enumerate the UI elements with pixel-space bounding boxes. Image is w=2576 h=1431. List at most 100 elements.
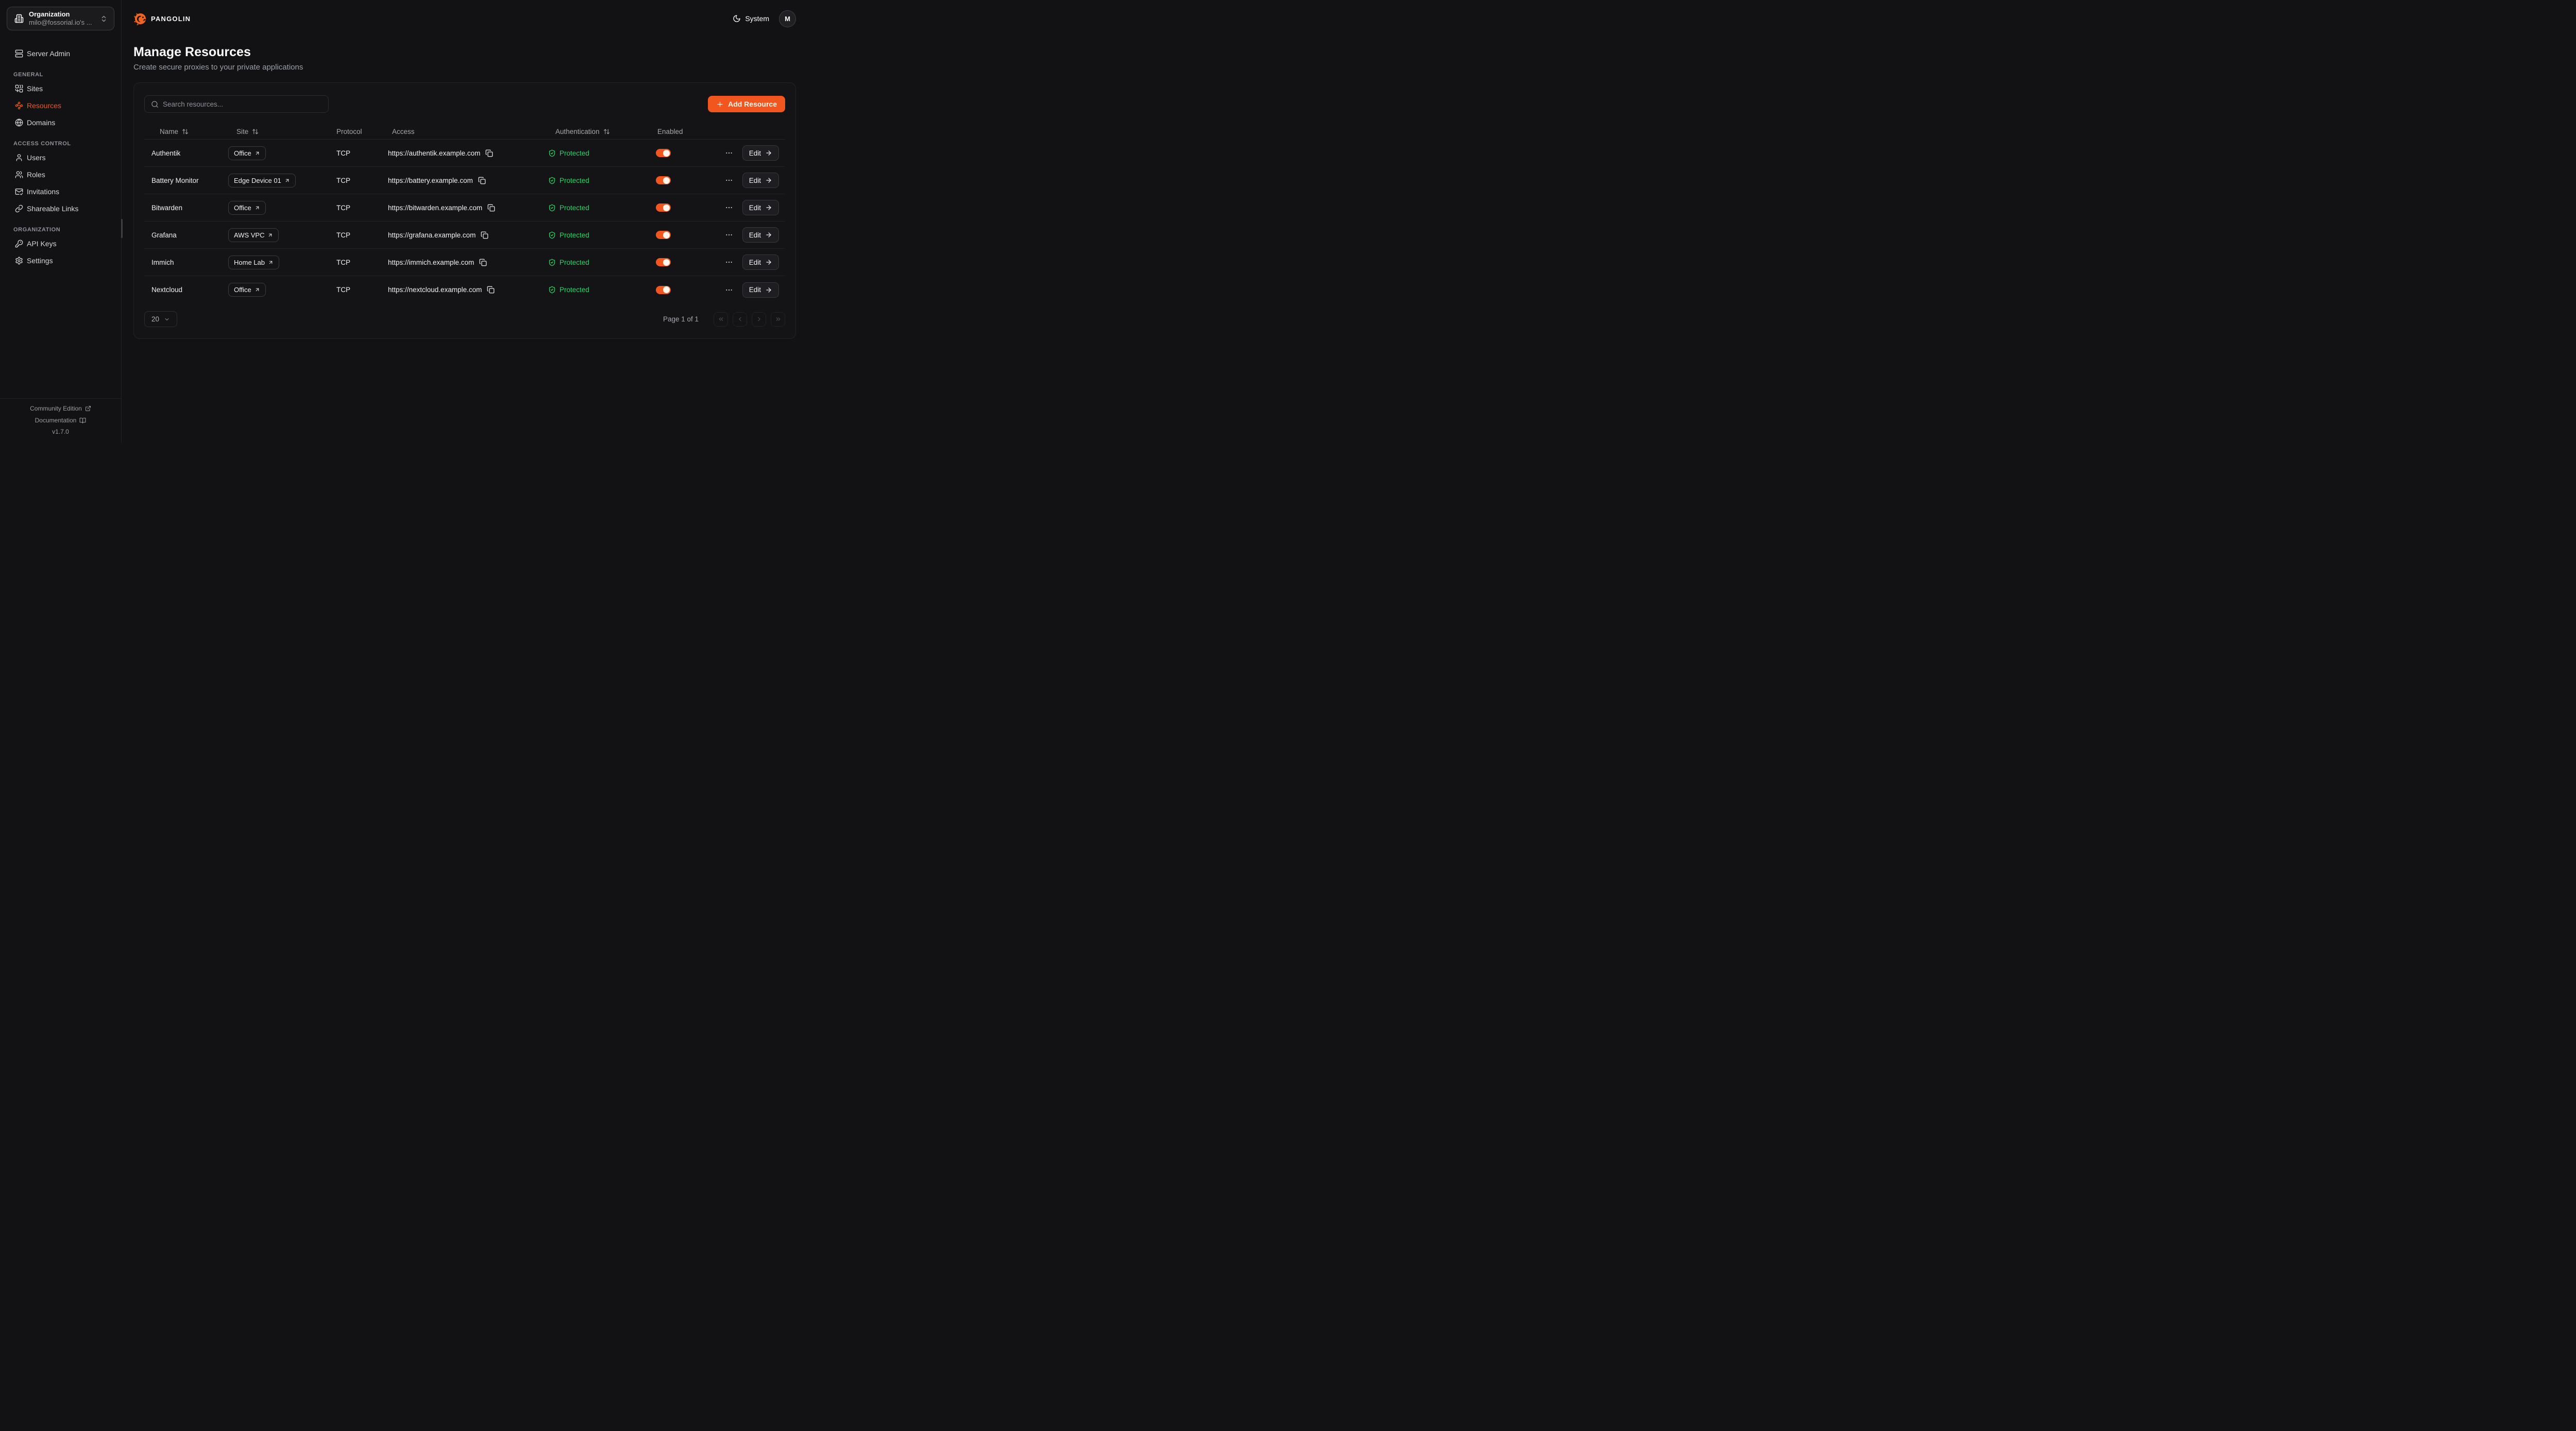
sidebar-item-invitations[interactable]: Invitations <box>0 183 121 200</box>
resource-name: Authentik <box>144 149 228 157</box>
site-link-office[interactable]: Office <box>228 201 266 215</box>
table-header-row: NameSiteProtocolAccessAuthenticationEnab… <box>144 124 785 140</box>
add-resource-button[interactable]: Add Resource <box>708 96 785 112</box>
sidebar-item-resources[interactable]: Resources <box>0 97 121 114</box>
sidebar-item-shareable-links[interactable]: Shareable Links <box>0 200 121 217</box>
edit-button[interactable]: Edit <box>742 200 779 215</box>
sidebar-item-users[interactable]: Users <box>0 149 121 166</box>
access-url: https://bitwarden.example.com <box>388 204 482 212</box>
site-link-edge-device-01[interactable]: Edge Device 01 <box>228 174 296 188</box>
avatar[interactable]: M <box>779 10 796 27</box>
column-header-site[interactable]: Site <box>228 128 336 135</box>
site-link-home-lab[interactable]: Home Lab <box>228 255 279 269</box>
arrow-right-icon <box>765 231 772 238</box>
search-icon <box>151 100 159 108</box>
copy-url-button[interactable] <box>478 177 486 184</box>
site-cell: Edge Device 01 <box>228 174 336 188</box>
sidebar-item-domains[interactable]: Domains <box>0 114 121 131</box>
copy-url-button[interactable] <box>481 231 488 239</box>
sidebar-item-roles[interactable]: Roles <box>0 166 121 183</box>
row-menu-button[interactable] <box>724 257 734 267</box>
book-open-icon <box>79 417 86 424</box>
search-box <box>144 95 329 113</box>
shield-check-icon <box>548 177 556 184</box>
last-page-button[interactable] <box>771 312 785 327</box>
brand-logo[interactable]: PANGOLIN <box>133 12 191 26</box>
copy-url-button[interactable] <box>479 259 487 266</box>
first-page-button[interactable] <box>714 312 728 327</box>
enabled-toggle[interactable] <box>656 258 671 266</box>
documentation-link[interactable]: Documentation <box>0 416 121 424</box>
edit-button[interactable]: Edit <box>742 173 779 188</box>
row-menu-button[interactable] <box>724 230 734 240</box>
sidebar-item-api-keys[interactable]: API Keys <box>0 235 121 252</box>
column-header-protocol: Protocol <box>336 128 388 135</box>
row-actions: Edit <box>711 200 785 215</box>
row-menu-button[interactable] <box>724 175 734 185</box>
site-link-office[interactable]: Office <box>228 146 266 160</box>
arrow-up-right-icon <box>255 287 260 293</box>
sidebar-item-server-admin[interactable]: Server Admin <box>0 45 121 62</box>
enabled-toggle[interactable] <box>656 149 671 157</box>
sidebar-item-settings[interactable]: Settings <box>0 252 121 269</box>
gear-icon <box>13 257 24 265</box>
sidebar-item-sites[interactable]: Sites <box>0 80 121 97</box>
copy-url-button[interactable] <box>487 286 495 294</box>
authentication-status: Protected <box>560 177 589 184</box>
building-icon <box>14 14 24 23</box>
access-url: https://grafana.example.com <box>388 231 476 239</box>
column-header-authentication[interactable]: Authentication <box>548 128 656 135</box>
row-menu-button[interactable] <box>724 148 734 158</box>
protocol-cell: TCP <box>336 286 388 294</box>
user-icon <box>13 154 24 162</box>
theme-label: System <box>745 14 769 23</box>
edit-button[interactable]: Edit <box>742 227 779 243</box>
org-switcher-subtitle: milo@fossorial.io's ... <box>29 19 100 27</box>
org-switcher[interactable]: Organization milo@fossorial.io's ... <box>7 7 114 30</box>
sidebar-scrollbar-thumb[interactable] <box>121 219 123 238</box>
copy-url-button[interactable] <box>487 204 495 212</box>
ellipsis-icon <box>725 176 733 184</box>
site-link-aws-vpc[interactable]: AWS VPC <box>228 228 279 242</box>
arrow-right-icon <box>765 177 772 184</box>
theme-toggle[interactable]: System <box>733 14 769 23</box>
row-menu-button[interactable] <box>724 285 734 295</box>
edit-button[interactable]: Edit <box>742 145 779 161</box>
resource-row-immich: ImmichHome LabTCPhttps://immich.example.… <box>144 249 785 276</box>
resources-card: Add Resource NameSiteProtocolAccessAuthe… <box>133 82 796 339</box>
chevrons-left-icon <box>718 316 724 322</box>
edit-button[interactable]: Edit <box>742 254 779 270</box>
enabled-toggle[interactable] <box>656 231 671 239</box>
enabled-toggle[interactable] <box>656 203 671 212</box>
site-link-office[interactable]: Office <box>228 283 266 297</box>
edit-button[interactable]: Edit <box>742 282 779 298</box>
pagination-info: Page 1 of 1 <box>663 315 699 323</box>
authentication-cell: Protected <box>548 149 656 157</box>
sidebar-item-label: Users <box>27 154 46 162</box>
documentation-label: Documentation <box>35 417 77 424</box>
authentication-status: Protected <box>560 286 589 294</box>
external-link-icon <box>85 405 91 412</box>
link-icon <box>13 205 24 213</box>
sidebar-item-label: Invitations <box>27 188 59 196</box>
add-resource-label: Add Resource <box>728 100 777 108</box>
moon-icon <box>733 14 741 23</box>
resource-name: Nextcloud <box>144 286 228 294</box>
search-input[interactable] <box>163 100 323 108</box>
edit-label: Edit <box>749 286 761 294</box>
prev-page-button[interactable] <box>733 312 747 327</box>
sidebar-nav: Server AdminGENERALSitesResourcesDomains… <box>0 37 121 398</box>
next-page-button[interactable] <box>752 312 766 327</box>
arrow-up-down-icon <box>603 128 610 135</box>
enabled-toggle[interactable] <box>656 176 671 184</box>
server-icon <box>13 49 24 58</box>
page-size-select[interactable]: 20 <box>144 311 177 327</box>
access-cell: https://authentik.example.com <box>388 149 548 157</box>
row-menu-button[interactable] <box>724 202 734 213</box>
copy-url-button[interactable] <box>485 149 493 157</box>
access-cell: https://bitwarden.example.com <box>388 204 548 212</box>
enabled-toggle[interactable] <box>656 286 671 294</box>
column-header-name[interactable]: Name <box>144 128 228 135</box>
community-edition-link[interactable]: Community Edition <box>0 404 121 413</box>
resource-name: Bitwarden <box>144 204 228 212</box>
